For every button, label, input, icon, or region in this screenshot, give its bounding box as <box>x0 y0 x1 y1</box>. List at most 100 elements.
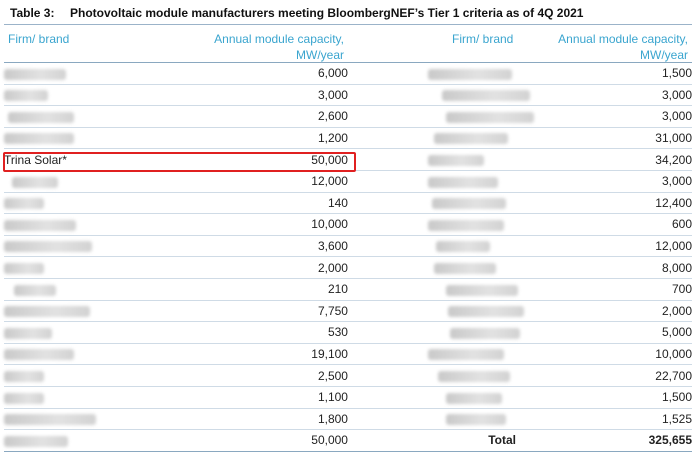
redacted-firm-name <box>449 327 520 339</box>
redacted-firm-name <box>427 176 498 188</box>
table-number: Table 3: <box>10 6 55 20</box>
firm-name-right <box>347 127 520 150</box>
redacted-firm-name <box>4 370 44 382</box>
table-row: 6,000 1,500 <box>4 63 692 85</box>
firm-name-right <box>347 278 520 301</box>
firm-name-right <box>347 170 520 193</box>
table-row: 50,000 Total 325,655 <box>4 429 692 452</box>
redacted-firm-name <box>4 262 44 274</box>
firm-name-left <box>4 105 197 128</box>
capacity-right: 34,200 <box>519 148 692 171</box>
firm-name-right <box>347 213 520 236</box>
redacted-firm-name <box>427 349 504 361</box>
redacted-firm-name <box>8 111 74 123</box>
firm-name-left <box>4 84 197 107</box>
capacity-right: 8,000 <box>519 256 692 279</box>
capacity-right: 31,000 <box>519 127 692 150</box>
capacity-right: 1,500 <box>519 386 692 409</box>
header-capacity-right-line1: Annual module capacity, <box>558 32 688 46</box>
redacted-firm-name <box>4 327 52 339</box>
capacity-right: 1,500 <box>519 63 692 85</box>
firm-name-right <box>347 235 520 258</box>
capacity-left: 10,000 <box>196 213 348 236</box>
redacted-firm-name <box>427 155 484 166</box>
firm-name-right <box>347 148 520 171</box>
firm-name-left <box>4 213 197 236</box>
firm-name-right <box>347 105 534 128</box>
redacted-firm-name <box>4 306 90 318</box>
firm-name-right <box>347 300 524 323</box>
table-row: 10,000 600 <box>4 213 692 236</box>
firm-name-right <box>347 63 520 85</box>
table-row: 140 12,400 <box>4 192 692 215</box>
firm-name-left <box>4 256 197 279</box>
capacity-right: 700 <box>519 278 692 301</box>
capacity-left: 2,000 <box>196 256 348 279</box>
capacity-right: 22,700 <box>519 364 692 387</box>
capacity-right: 2,000 <box>519 300 692 323</box>
firm-name-left <box>4 343 197 366</box>
header-capacity-left-line2: MW/year <box>296 48 344 62</box>
firm-name-right: Total <box>347 429 520 452</box>
capacity-right: 3,000 <box>519 105 692 128</box>
redacted-firm-name <box>447 306 524 318</box>
redacted-firm-name <box>14 284 56 296</box>
firm-name-left <box>4 170 197 193</box>
capacity-left: 12,000 <box>196 170 348 193</box>
capacity-left: 2,600 <box>196 105 348 128</box>
table-row: 12,000 3,000 <box>4 170 692 193</box>
table-row: 7,750 2,000 <box>4 300 692 323</box>
firm-name-left <box>4 408 197 431</box>
firm-name-right <box>347 321 520 344</box>
capacity-right: 1,525 <box>519 408 692 431</box>
header-capacity-right-line2: MW/year <box>640 48 688 62</box>
redacted-firm-name <box>4 133 74 145</box>
redacted-firm-name <box>427 219 504 231</box>
redacted-firm-name <box>4 392 44 404</box>
redacted-firm-name <box>433 262 496 274</box>
redacted-firm-name <box>445 111 534 123</box>
firm-name-right <box>347 364 520 387</box>
firm-name-left <box>4 364 197 387</box>
redacted-firm-name <box>435 241 490 253</box>
capacity-left: 19,100 <box>196 343 348 366</box>
redacted-firm-name <box>4 90 48 102</box>
redacted-firm-name <box>4 414 96 426</box>
redacted-firm-name <box>431 198 506 210</box>
firm-name-left <box>4 63 197 85</box>
table-body: 6,000 1,500 3,000 3,000 2,600 3,000 1,200 31,00… <box>4 63 692 452</box>
capacity-left: 2,500 <box>196 364 348 387</box>
redacted-firm-name <box>4 198 44 210</box>
table-row: 1,200 31,000 <box>4 127 692 150</box>
capacity-left: 1,800 <box>196 408 348 431</box>
table-row: 2,600 3,000 <box>4 105 692 128</box>
capacity-right: 3,000 <box>519 170 692 193</box>
capacity-left: 140 <box>196 192 348 215</box>
redacted-firm-name <box>437 370 510 382</box>
capacity-right: 600 <box>519 213 692 236</box>
table-row: 1,800 1,525 <box>4 408 692 431</box>
redacted-firm-name <box>445 392 502 404</box>
capacity-right: 12,000 <box>519 235 692 258</box>
capacity-right: 3,000 <box>519 84 692 107</box>
redacted-firm-name <box>4 349 74 361</box>
firm-name-right <box>347 386 520 409</box>
header-capacity-left-line1: Annual module capacity, <box>214 32 344 46</box>
redacted-firm-name <box>433 133 508 145</box>
redacted-firm-name <box>445 284 518 296</box>
capacity-left: 530 <box>196 321 348 344</box>
firm-name-left <box>4 235 197 258</box>
firm-name-right <box>347 408 520 431</box>
redacted-firm-name <box>12 176 58 188</box>
firm-name-left <box>4 278 197 301</box>
redacted-firm-name <box>4 435 68 447</box>
table-row: 3,000 3,000 <box>4 84 692 107</box>
firm-name-left <box>4 321 197 344</box>
header-firm-left: Firm/ brand <box>8 32 70 46</box>
total-label: Total <box>488 433 516 448</box>
capacity-left: 50,000 <box>196 429 348 452</box>
firm-name-left <box>4 192 197 215</box>
capacity-left: 6,000 <box>196 63 348 85</box>
redacted-firm-name <box>445 414 506 426</box>
table-row: 210 700 <box>4 278 692 301</box>
